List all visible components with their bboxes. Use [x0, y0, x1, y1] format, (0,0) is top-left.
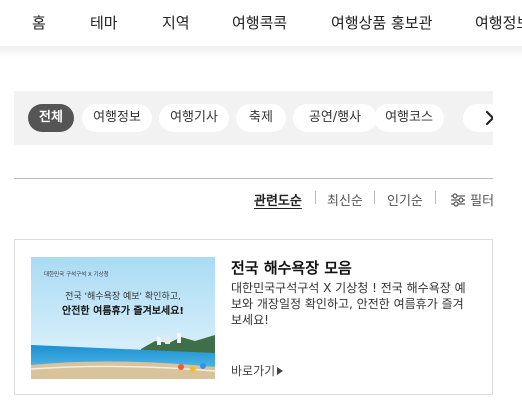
chip-travel-course[interactable]: 여행코스 — [374, 104, 444, 132]
sort-separator — [435, 191, 436, 204]
result-thumbnail[interactable]: 대한민국 구석구석 X 기상청 전국 '해수욕장 예보' 확인하고, 안전한 여… — [31, 257, 215, 379]
beach-thumbnail-image: 대한민국 구석구석 X 기상청 전국 '해수욕장 예보' 확인하고, 안전한 여… — [31, 257, 215, 379]
nav-item-travel-kokkok[interactable]: 여행콕콕 — [232, 12, 287, 33]
result-card[interactable]: 대한민국 구석구석 X 기상청 전국 '해수욕장 예보' 확인하고, 안전한 여… — [14, 239, 493, 395]
chip-all[interactable]: 전체 — [28, 104, 74, 132]
go-link-label: 바로가기 — [231, 364, 276, 378]
scroll-right-button[interactable] — [476, 104, 493, 132]
nav-item-travel-info[interactable]: 여행정보 — [475, 12, 522, 33]
sliders-icon — [451, 193, 465, 207]
top-navigation: 홈 테마 지역 여행콕콕 여행상품 홍보관 여행정보 — [0, 0, 522, 46]
chip-travel-article[interactable]: 여행기사 — [159, 104, 229, 132]
chip-travel-info[interactable]: 여행정보 — [82, 104, 152, 132]
chevron-right-icon — [485, 110, 493, 126]
sort-separator — [315, 191, 316, 204]
filter-label: 필터 — [470, 194, 495, 209]
nav-item-theme[interactable]: 테마 — [90, 12, 118, 33]
sort-relevance[interactable]: 관련도순 — [254, 190, 302, 209]
nav-item-region[interactable]: 지역 — [162, 12, 190, 33]
sort-separator — [374, 191, 375, 204]
nav-item-product-hall[interactable]: 여행상품 홍보관 — [331, 12, 432, 33]
go-link[interactable]: 바로가기 — [231, 362, 284, 379]
thumb-line1-text: 전국 '해수욕장 예보' 확인하고, — [65, 290, 181, 302]
result-description: 대한민국구석구석 X 기상청 ! 전국 해수욕장 예보와 개장일정 확인하고, … — [231, 281, 466, 327]
category-filter-bar: 전체 여행정보 여행기사 축제 공연/행사 여행코스 — [14, 91, 493, 145]
section-divider — [14, 178, 493, 179]
chip-festival[interactable]: 축제 — [236, 104, 286, 132]
sort-bar: 관련도순 최신순 인기순 필터 — [0, 190, 522, 209]
result-title[interactable]: 전국 해수욕장 모음 — [231, 257, 352, 278]
nav-item-home[interactable]: 홈 — [32, 12, 46, 33]
chip-performance-event[interactable]: 공연/행사 — [293, 104, 377, 132]
caret-right-icon — [277, 367, 284, 375]
sort-latest[interactable]: 최신순 — [327, 190, 363, 209]
sort-popular[interactable]: 인기순 — [387, 190, 423, 209]
filter-button[interactable]: 필터 — [450, 190, 494, 209]
thumb-line2-text: 안전한 여름휴가 즐겨보세요! — [62, 304, 184, 317]
nav-shadow — [0, 46, 522, 58]
thumb-brand-text: 대한민국 구석구석 X 기상청 — [44, 270, 109, 278]
